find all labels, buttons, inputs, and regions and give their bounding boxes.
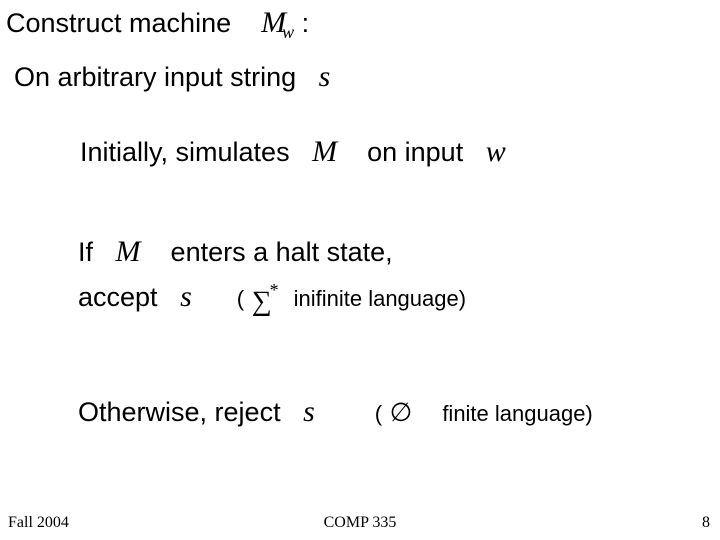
- simulate-line: Initially, simulates M on input w: [80, 135, 506, 169]
- accept-tail: inifinite language): [294, 286, 466, 311]
- reject-s: s: [303, 395, 315, 428]
- footer-right: 8: [702, 514, 710, 532]
- input-text: On arbitrary input string: [14, 62, 296, 92]
- reject-line: Otherwise, reject s ( ∅ finite language): [78, 395, 593, 429]
- accept-open: (: [237, 286, 244, 311]
- input-s: s: [319, 60, 331, 93]
- simulate-w: w: [486, 135, 506, 168]
- if-rest: enters a halt state,: [171, 237, 393, 267]
- accept-word: accept: [78, 282, 158, 312]
- footer-center: COMP 335: [0, 514, 720, 532]
- if-line: If M enters a halt state,: [78, 235, 393, 269]
- if-word: If: [78, 237, 93, 267]
- title-line: Construct machine Mw :: [6, 6, 309, 43]
- emptyset-icon: ∅: [390, 398, 413, 427]
- title-colon: :: [302, 8, 310, 38]
- reject-tail: finite language): [442, 401, 592, 426]
- input-line: On arbitrary input string s: [14, 60, 330, 94]
- title-prefix: Construct machine: [6, 8, 231, 38]
- accept-line: accept s ( ∑* inifinite language): [78, 280, 466, 318]
- if-M: M: [116, 235, 141, 268]
- sigma-star: *: [270, 280, 279, 300]
- simulate-mid: on input: [367, 137, 463, 167]
- reject-open: (: [375, 401, 382, 426]
- simulate-M: M: [312, 135, 337, 168]
- accept-s: s: [180, 280, 192, 313]
- simulate-prefix: Initially, simulates: [80, 137, 290, 167]
- sigma-icon: ∑: [252, 286, 272, 318]
- reject-prefix: Otherwise, reject: [78, 397, 281, 427]
- title-w-sub: w: [282, 22, 294, 42]
